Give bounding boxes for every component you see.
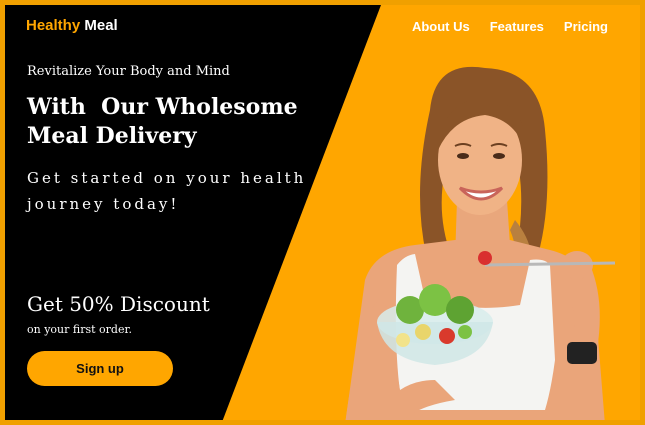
top-nav: About Us Features Pricing: [412, 19, 608, 34]
headline-line-2: Meal Delivery: [27, 123, 197, 149]
discount-subtitle: on your first order.: [27, 323, 133, 336]
signup-button[interactable]: Sign up: [27, 351, 173, 386]
hero-photo-woman-with-salad: [345, 66, 616, 420]
nav-about-us[interactable]: About Us: [412, 19, 470, 34]
brand-word-healthy: Healthy: [26, 17, 81, 34]
hero-tagline: Revitalize Your Body and Mind: [27, 64, 230, 79]
headline-line-1: With Our Wholesome: [27, 94, 298, 120]
hero-headline: With Our Wholesome Meal Delivery: [27, 93, 327, 151]
brand-logo[interactable]: Healthy Meal: [26, 17, 118, 34]
hero-subhead: Get started on your health journey today…: [27, 169, 307, 213]
landing-page: Healthy Meal About Us Features Pricing R…: [0, 0, 645, 425]
discount-title: Get 50% Discount: [27, 292, 210, 316]
nav-features[interactable]: Features: [490, 19, 544, 34]
brand-word-meal: Meal: [84, 17, 118, 34]
nav-pricing[interactable]: Pricing: [564, 19, 608, 34]
